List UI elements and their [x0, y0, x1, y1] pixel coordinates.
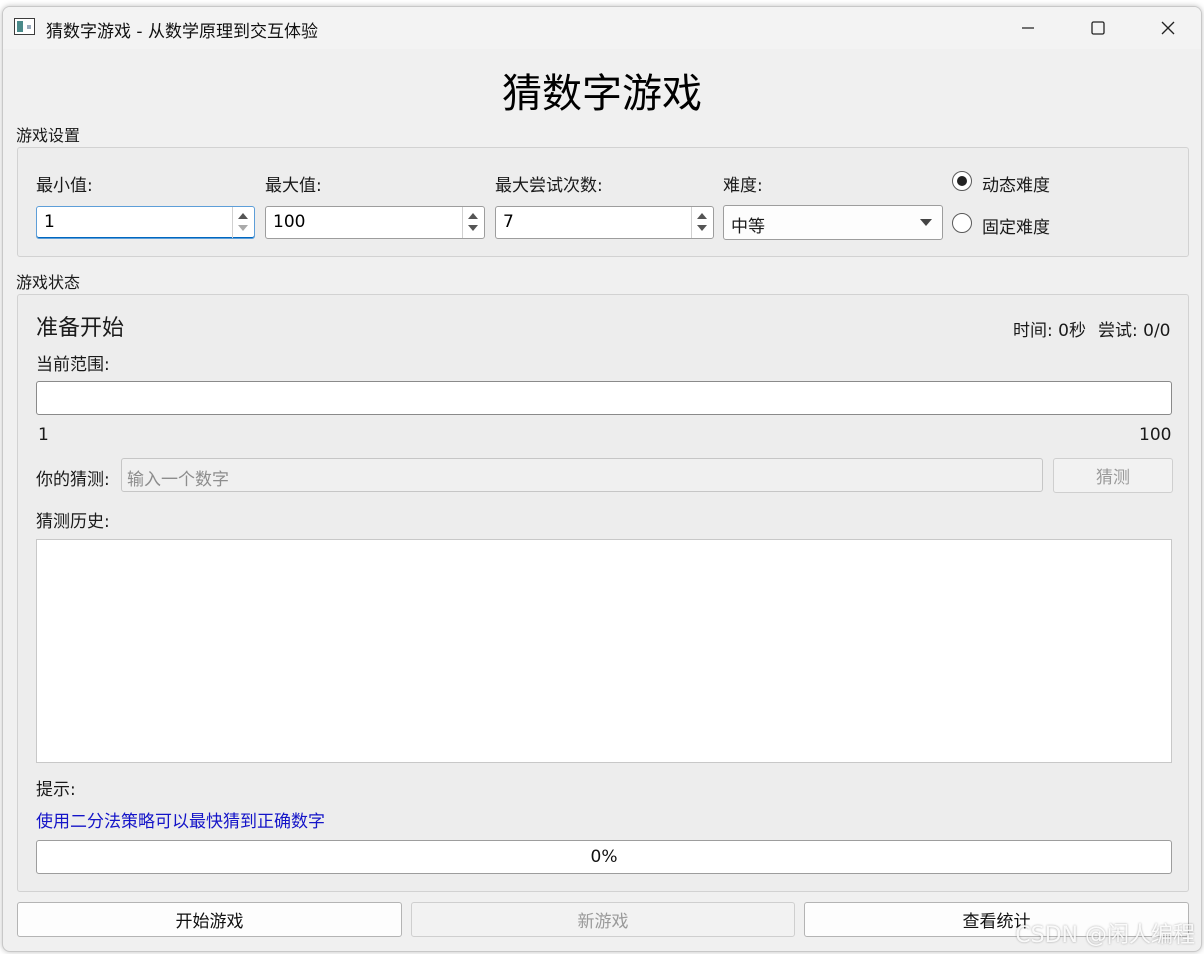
chevron-down-icon [920, 219, 932, 226]
hint-label: 提示: [36, 780, 76, 800]
status-group-title: 游戏状态 [16, 273, 81, 292]
difficulty-label: 难度: [723, 176, 763, 196]
range-label: 当前范围: [36, 355, 110, 375]
attempts-spinbox[interactable]: 7 [495, 206, 714, 239]
arrow-down-icon[interactable] [468, 225, 478, 231]
guess-input[interactable]: 输入一个数字 [121, 458, 1043, 492]
settings-group: 最小值: 1 最大值: 100 最大尝试次数: 7 难度: 中等 动态难度 固定… [17, 147, 1189, 257]
arrow-up-icon[interactable] [468, 213, 478, 219]
game-state-text: 准备开始 [36, 316, 125, 341]
start-game-button[interactable]: 开始游戏 [17, 902, 402, 937]
arrow-up-icon[interactable] [238, 213, 248, 219]
radio-dynamic-difficulty[interactable] [952, 171, 972, 191]
arrow-down-icon[interactable] [697, 225, 707, 231]
max-value: 100 [273, 212, 306, 232]
difficulty-value: 中等 [731, 217, 765, 237]
settings-group-title: 游戏设置 [16, 126, 81, 145]
range-min-value: 1 [38, 425, 49, 445]
range-max-value: 100 [1139, 425, 1172, 445]
max-label: 最大值: [265, 176, 322, 196]
new-game-button[interactable]: 新游戏 [411, 902, 795, 937]
watermark: CSDN @闲人编程 [1015, 923, 1195, 948]
attempts-count-text: 尝试: 0/0 [1098, 321, 1171, 341]
min-label: 最小值: [36, 176, 93, 196]
radio-fixed-label[interactable]: 固定难度 [982, 213, 1050, 238]
arrow-down-icon[interactable] [238, 225, 248, 231]
max-value-spinbox[interactable]: 100 [265, 206, 485, 239]
guess-placeholder: 输入一个数字 [127, 470, 229, 490]
min-value: 1 [44, 212, 55, 232]
progress-text: 0% [590, 847, 618, 867]
attempts-spin-arrows[interactable] [691, 207, 713, 238]
min-spin-arrows[interactable] [232, 207, 254, 238]
page-title: 猜数字游戏 [502, 71, 702, 117]
history-label: 猜测历史: [36, 512, 110, 532]
app-icon [14, 18, 35, 35]
difficulty-select[interactable]: 中等 [723, 205, 943, 240]
min-value-spinbox[interactable]: 1 [36, 206, 255, 239]
hint-text: 使用二分法策略可以最快猜到正确数字 [36, 812, 325, 832]
guess-label: 你的猜测: [36, 470, 110, 490]
attempts-value: 7 [503, 212, 514, 232]
minimize-icon [1022, 27, 1034, 29]
guess-button[interactable]: 猜测 [1053, 458, 1173, 493]
radio-fixed-difficulty[interactable] [952, 213, 972, 233]
close-icon [1161, 21, 1175, 35]
title-bar: 猜数字游戏 - 从数学原理到交互体验 [3, 7, 1201, 49]
time-text: 时间: 0秒 [1013, 321, 1086, 341]
window-title: 猜数字游戏 - 从数学原理到交互体验 [46, 22, 318, 42]
progress-bar: 0% [36, 840, 1172, 874]
range-bar [36, 381, 1172, 415]
app-window: 猜数字游戏 - 从数学原理到交互体验 猜数字游戏 游戏设置 最小值: 1 最大值… [2, 6, 1202, 952]
max-spin-arrows[interactable] [462, 207, 484, 238]
maximize-button[interactable] [1063, 7, 1133, 49]
close-button[interactable] [1133, 7, 1201, 49]
attempts-label: 最大尝试次数: [495, 176, 603, 196]
arrow-up-icon[interactable] [697, 213, 707, 219]
status-group: 准备开始 时间: 0秒 尝试: 0/0 当前范围: 1 100 你的猜测: 输入… [17, 294, 1189, 892]
guess-history-list[interactable] [36, 539, 1172, 763]
maximize-icon [1091, 21, 1105, 35]
radio-dynamic-label[interactable]: 动态难度 [982, 171, 1050, 196]
minimize-button[interactable] [993, 7, 1063, 49]
